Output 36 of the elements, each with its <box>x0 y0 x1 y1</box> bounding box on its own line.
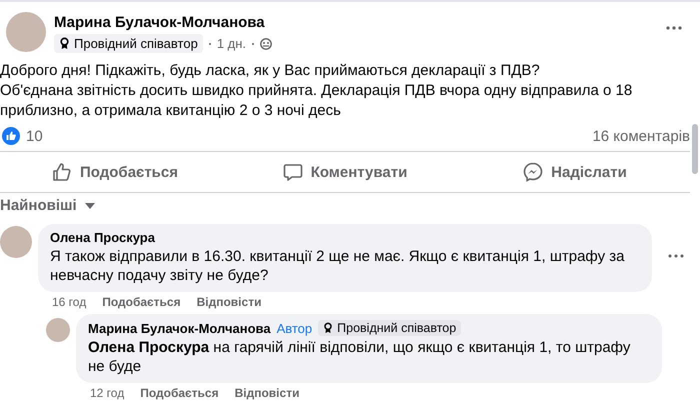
comment-time[interactable]: 12 год <box>90 386 124 400</box>
badge-icon <box>59 37 70 50</box>
thumbs-up-icon <box>52 162 72 182</box>
author-tag: Автор <box>276 320 312 336</box>
caret-icon <box>84 202 95 208</box>
like-reaction-icon[interactable] <box>2 127 20 145</box>
messenger-icon <box>523 162 544 182</box>
commenter-name[interactable]: Марина Булачок-Молчанова <box>88 320 271 336</box>
like-count[interactable]: 10 <box>26 128 43 144</box>
avatar[interactable] <box>46 318 70 342</box>
comment-action-link[interactable]: Подобається <box>102 295 181 309</box>
more-options-icon[interactable] <box>668 254 684 258</box>
author-badge: Провідний співавтор <box>318 320 462 336</box>
more-options-icon[interactable] <box>666 26 682 30</box>
comment-action-link[interactable]: Відповісти <box>196 295 262 309</box>
comment-action-link[interactable]: Подобається <box>140 386 219 400</box>
reply-text: Олена Проскура на гарячій лінії відповіли, що якщо є квитанція 1, то штрафу не буде <box>88 338 632 376</box>
post-time[interactable]: 1 дн. <box>216 36 246 51</box>
scrollbar-thumb[interactable] <box>692 124 698 174</box>
author-badge: Провідний співавтор <box>54 34 203 53</box>
audience-icon <box>260 38 272 50</box>
avatar[interactable] <box>6 12 46 52</box>
action-button[interactable]: Подобається <box>0 156 230 188</box>
badge-icon <box>323 322 334 334</box>
author-name[interactable]: Марина Булачок-Молчанова <box>54 14 658 31</box>
avatar[interactable] <box>0 226 32 258</box>
comment-text: Я також відправили в 16.30. квитанції 2 ще не має. Якщо є квитанція 1, штрафу за невчасну подачу звіту не буде? <box>50 247 626 285</box>
speech-bubble-icon <box>282 162 303 182</box>
comment-action-link[interactable]: Відповісти <box>234 386 300 400</box>
commenter-name[interactable]: Олена Проскура <box>50 230 640 245</box>
comment-count[interactable]: 16 коментарів <box>592 128 690 144</box>
post-text: Доброго дня! Підкажіть, будь ласка, як у Вас приймаються декларації з ПДВ? Об'єднана звітність досить швидко прийнята. Декларація ПДВ вчора одну відправила о 18 приблизно, а отримала квитанцію 2 о 3 ночі десь <box>0 61 634 121</box>
comment-time[interactable]: 16 год <box>52 295 86 309</box>
action-button[interactable]: Надіслати <box>460 156 690 188</box>
sort-dropdown[interactable]: Найновіші <box>0 197 95 214</box>
action-button[interactable]: Коментувати <box>230 156 460 188</box>
